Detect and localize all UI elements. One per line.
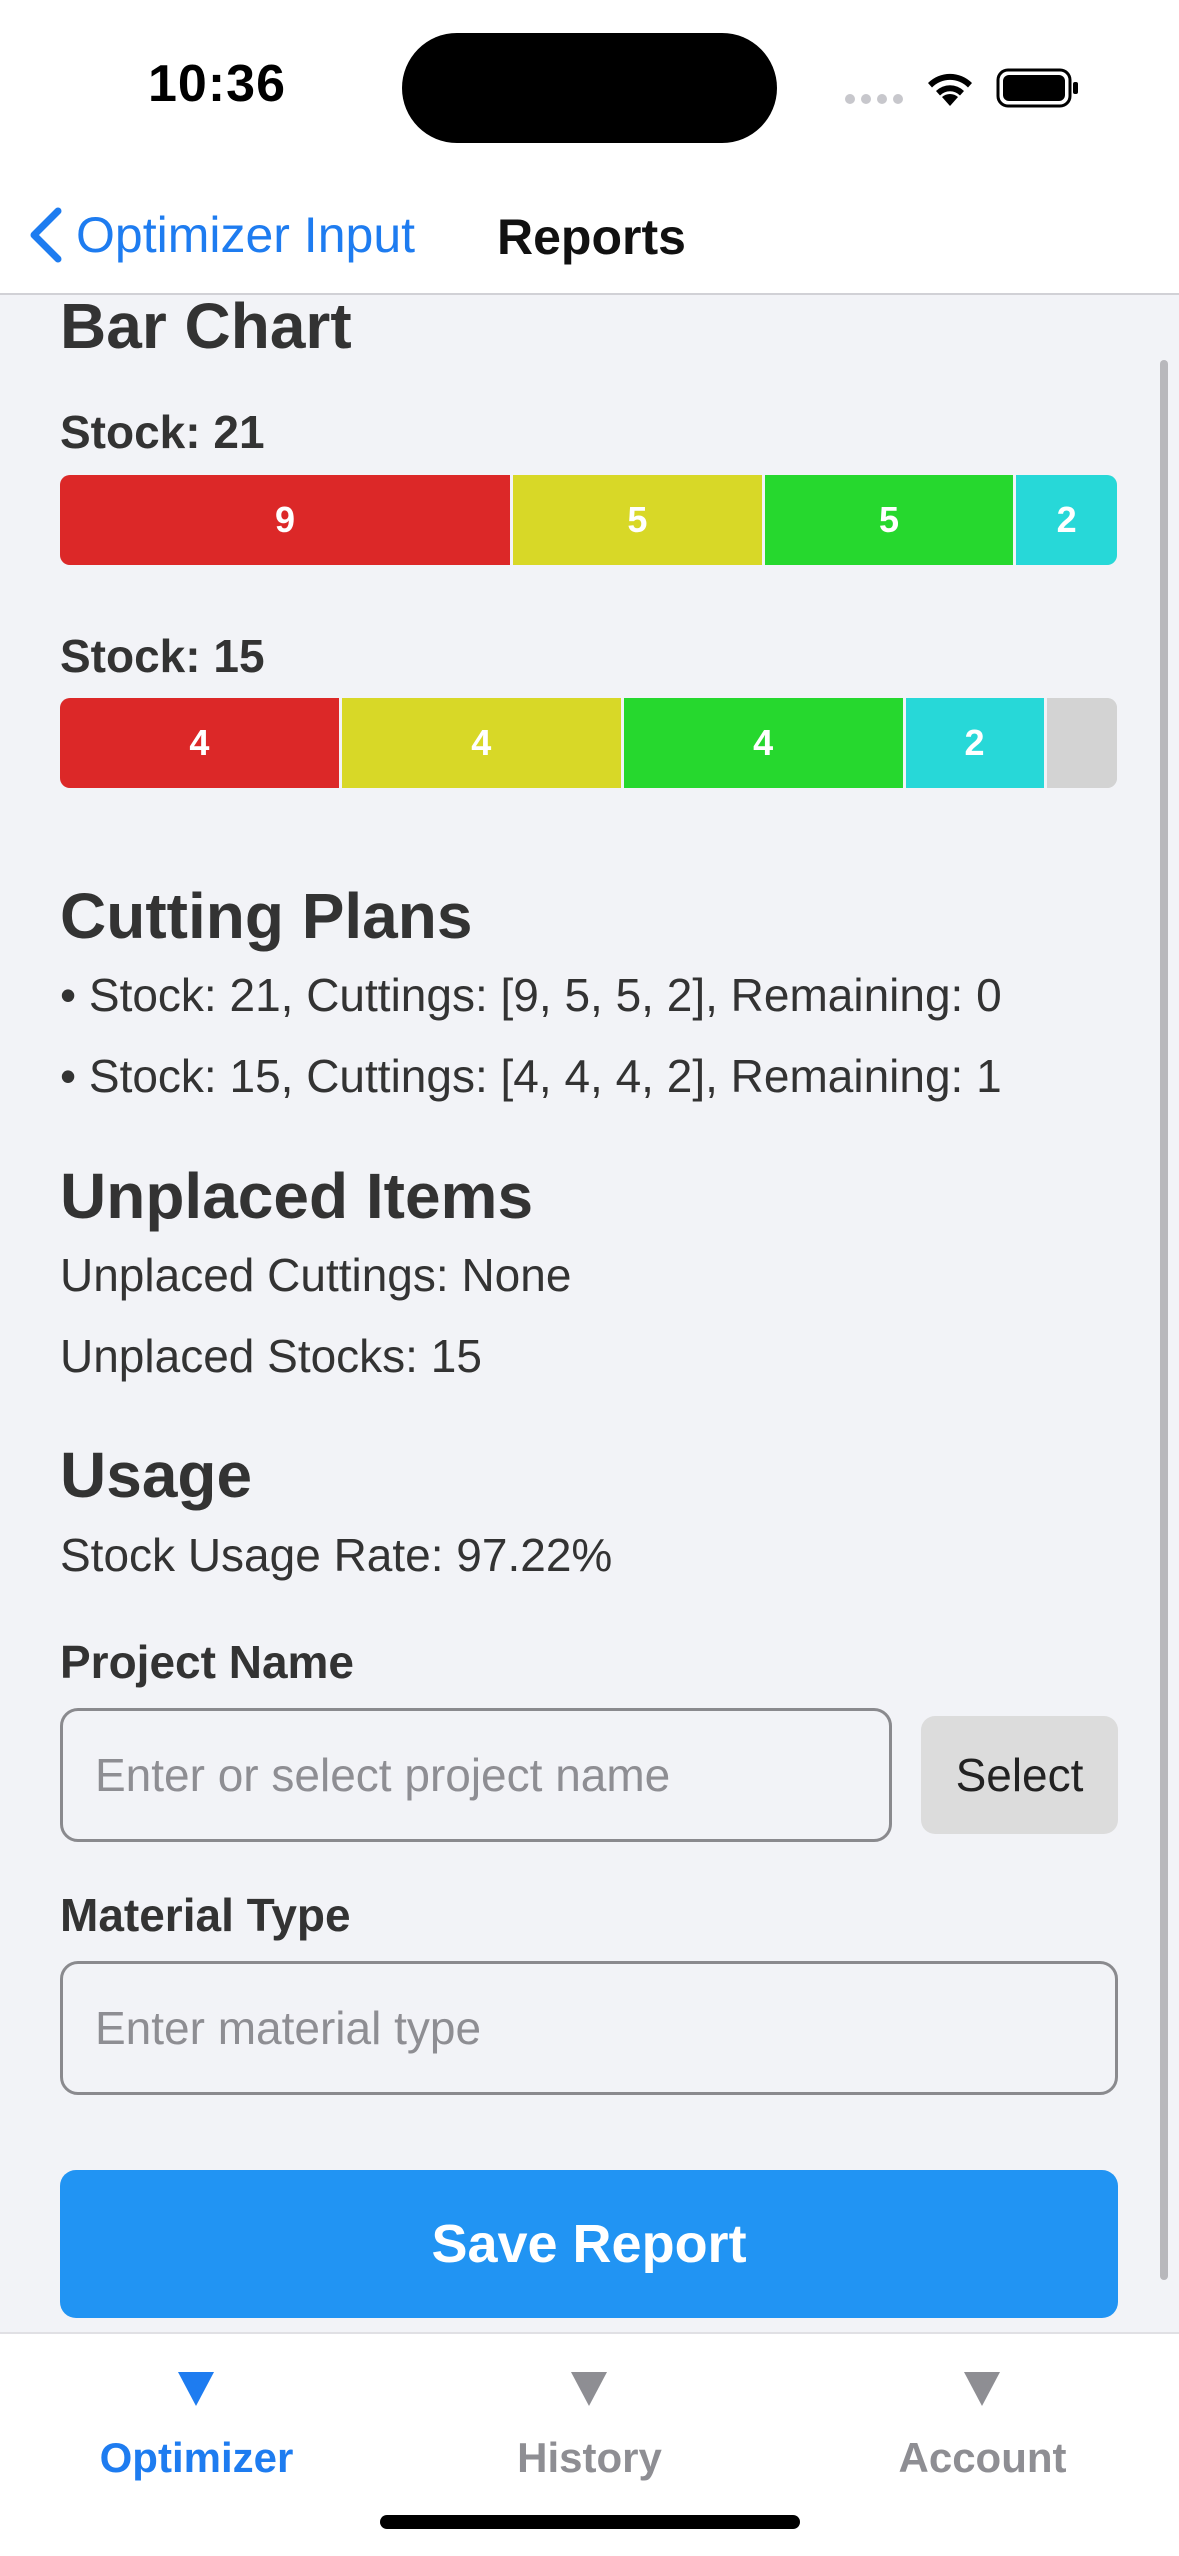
home-indicator xyxy=(380,2515,800,2529)
report-content[interactable]: Bar Chart Stock: 21 9552 Stock: 15 4442 … xyxy=(0,297,1179,2332)
remaining-segment xyxy=(1046,698,1117,788)
navigation-bar: Optimizer Input Reports xyxy=(0,170,1179,295)
tab-label: History xyxy=(517,2434,662,2481)
wifi-icon xyxy=(928,73,972,106)
tab-account[interactable]: Account xyxy=(786,2334,1179,2504)
back-button-label: Optimizer Input xyxy=(76,207,416,263)
cut-segment: 4 xyxy=(341,698,624,788)
status-time: 10:36 xyxy=(148,55,286,113)
tab-history[interactable]: History xyxy=(393,2334,786,2504)
cutting-plans-heading: Cutting Plans xyxy=(60,880,473,952)
cut-segment: 2 xyxy=(905,698,1047,788)
select-project-button[interactable]: Select xyxy=(921,1716,1118,1834)
cut-segment: 9 xyxy=(60,475,513,565)
back-button[interactable]: Optimizer Input xyxy=(22,205,415,265)
dynamic-island xyxy=(402,33,777,143)
stock-2-bar: 4442 xyxy=(60,698,1117,788)
cut-segment: 2 xyxy=(1016,475,1117,565)
page-title: Reports xyxy=(497,209,686,265)
battery-icon xyxy=(996,68,1078,108)
triangle-down-icon xyxy=(571,2372,607,2406)
cutting-plan-item: • Stock: 21, Cuttings: [9, 5, 5, 2], Rem… xyxy=(60,969,1002,1021)
stock-1-bar: 9552 xyxy=(60,475,1117,565)
scrollbar[interactable] xyxy=(1160,360,1168,2280)
cutting-plan-item: • Stock: 15, Cuttings: [4, 4, 4, 2], Rem… xyxy=(60,1050,1002,1102)
tab-label: Optimizer xyxy=(99,2434,294,2481)
material-type-label: Material Type xyxy=(60,1889,351,1941)
project-name-label: Project Name xyxy=(60,1636,355,1688)
usage-rate-text: Stock Usage Rate: 97.22% xyxy=(60,1529,613,1581)
material-type-input[interactable]: Enter material type xyxy=(60,1961,1118,2095)
triangle-down-icon xyxy=(178,2372,214,2406)
cut-segment: 5 xyxy=(764,475,1017,565)
project-name-input[interactable]: Enter or select project name xyxy=(60,1708,892,1842)
bar-chart-heading: Bar Chart xyxy=(60,297,352,362)
save-report-button[interactable]: Save Report xyxy=(60,2170,1118,2318)
stock-1-label: Stock: 21 xyxy=(60,406,265,458)
cut-segment: 4 xyxy=(623,698,906,788)
chevron-left-icon xyxy=(30,207,62,263)
triangle-down-icon xyxy=(964,2372,1000,2406)
stock-2-label: Stock: 15 xyxy=(60,630,265,682)
cut-segment: 5 xyxy=(513,475,765,565)
usage-heading: Usage xyxy=(60,1439,253,1511)
status-bar: 10:36 xyxy=(0,0,1179,170)
unplaced-items-heading: Unplaced Items xyxy=(60,1160,534,1232)
tab-label: Account xyxy=(898,2434,1067,2481)
cut-segment: 4 xyxy=(60,698,342,788)
tab-optimizer[interactable]: Optimizer xyxy=(0,2334,393,2504)
cellular-signal-icon xyxy=(845,94,903,104)
unplaced-cuttings-text: Unplaced Cuttings: None xyxy=(60,1249,572,1301)
unplaced-stocks-text: Unplaced Stocks: 15 xyxy=(60,1330,482,1382)
